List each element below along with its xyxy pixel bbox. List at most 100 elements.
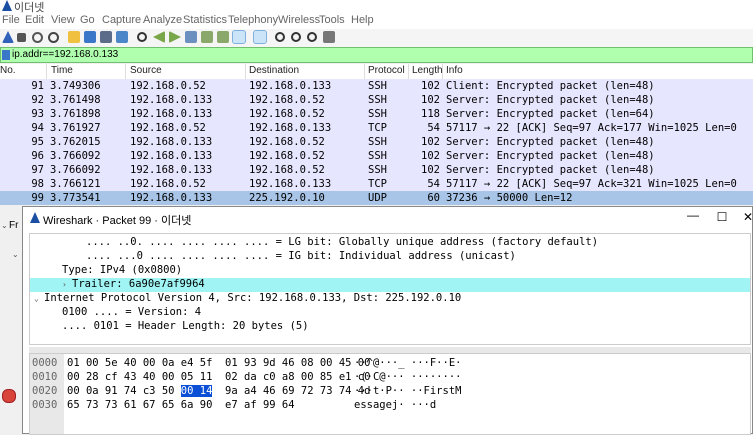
menu-file[interactable]: File [2,14,20,26]
tree-line[interactable]: ⌄ Internet Protocol Version 4, Src: 192.1… [30,292,750,306]
col-length[interactable]: Length [412,65,443,76]
menu-view[interactable]: View [51,14,75,26]
save-file-icon[interactable] [84,31,96,43]
packet-cell-info: 57117 → 22 [ACK] Seq=97 Ack=177 Win=1025… [446,122,737,134]
menu-analyze[interactable]: Analyze [143,14,182,26]
menu-statistics[interactable]: Statistics [183,14,227,26]
reload-file-icon[interactable] [116,31,128,43]
packet-row[interactable]: 94 3.761927 192.168.0.52 192.168.0.133 TCP 54… [0,121,753,135]
hex-offset: 0030 [32,399,58,411]
first-packet-icon[interactable] [201,31,213,43]
packet-row[interactable]: 98 3.766121 192.168.0.52 192.168.0.133 TCP 54… [0,177,753,191]
packet-cell-proto: TCP [368,178,387,190]
hex-row[interactable]: 0000 01 00 5e 40 00 0a e4 5f 01 93 9d 46 … [30,357,750,370]
packet-row[interactable]: 96 3.766092 192.168.0.133 192.168.0.52 SSH 10… [0,149,753,163]
packet-row[interactable]: 97 3.766092 192.168.0.133 192.168.0.52 SSH 10… [0,163,753,177]
open-file-icon[interactable] [68,31,80,43]
col-time[interactable]: Time [51,65,73,76]
status-indicator-icon[interactable] [2,389,16,403]
packet-cell-proto: TCP [368,122,387,134]
zoom-in-icon[interactable] [275,32,285,42]
hex-bytes[interactable]: 01 00 5e 40 00 0a e4 5f 01 93 9d 46 08 0… [67,357,370,369]
col-info[interactable]: Info [446,65,463,76]
packet-cell-no: 94 [31,122,44,134]
maximize-icon[interactable]: ☐ [712,210,732,224]
start-capture-icon[interactable] [2,31,14,43]
hex-bytes[interactable]: 00 0a 91 74 c3 50 00 14 9a a4 46 69 72 7… [67,385,370,397]
menu-telephony[interactable]: Telephony [228,14,278,26]
col-destination[interactable]: Destination [249,65,299,76]
normal-size-icon[interactable] [307,32,317,42]
packet-cell-len: 118 [421,108,440,120]
tree-line[interactable]: › Trailer: 6a90e7af9964 [30,278,750,292]
packet-cell-proto: UDP [368,192,387,204]
tree-line-text: Internet Protocol Version 4, Src: 192.16… [44,292,462,304]
tree-line[interactable]: .... ..0. .... .... .... .... = LG bit: … [30,236,750,250]
packet-cell-dst: 192.168.0.52 [249,108,325,120]
restart-capture-icon[interactable] [32,32,43,43]
hex-ascii[interactable]: essagej· ···d [354,399,436,411]
expand-arrow-icon[interactable]: › [62,280,67,289]
packet-cell-no: 91 [31,80,44,92]
wireshark-logo-icon [30,212,40,223]
packet-row[interactable]: 99 3.773541 192.168.0.133 225.192.0.10 UDP 60… [0,191,753,205]
tree-line-text: .... 0101 = Header Length: 20 bytes (5) [62,320,309,332]
hex-ascii[interactable]: ·(·C@··· ········ [354,371,461,383]
hex-row[interactable]: 0030 65 73 73 61 67 65 6a 90 e7 af 99 64 e… [30,399,750,412]
menu-tools[interactable]: Tools [319,14,345,26]
selected-bytes[interactable]: 00 14 [180,385,213,397]
packet-cell-dst: 225.192.0.10 [249,192,325,204]
autoscroll-icon[interactable] [232,30,246,44]
tree-line[interactable]: .... ...0 .... .... .... .... = IG bit: … [30,250,750,264]
main-title-bar: 이더넷 [0,0,753,14]
capture-options-icon[interactable] [48,32,59,43]
hex-row[interactable]: 0010 00 28 cf 43 40 00 05 11 02 da c0 a8 … [30,371,750,384]
hex-ascii[interactable]: ···t·P·· ··FirstM [354,385,461,397]
packet-row[interactable]: 92 3.761498 192.168.0.133 192.168.0.52 SSH 10… [0,93,753,107]
col-protocol[interactable]: Protocol [368,65,405,76]
col-source[interactable]: Source [130,65,162,76]
last-packet-icon[interactable] [217,31,229,43]
hex-bytes[interactable]: 00 28 cf 43 40 00 05 11 02 da c0 a8 00 8… [67,371,370,383]
dialog-title-bar: Wireshark · Packet 99 · 이더넷 — ☐ ✕ [23,207,753,229]
menu-wireless[interactable]: Wireless [278,14,320,26]
hex-row[interactable]: 0020 00 0a 91 74 c3 50 00 14 9a a4 46 69 … [30,385,750,398]
packet-cell-info: 37236 → 50000 Len=12 [446,192,573,204]
go-back-icon[interactable] [153,31,165,43]
col-no[interactable]: No. [0,65,16,76]
display-filter-input[interactable]: ip.addr==192.168.0.133 [12,49,118,60]
find-packet-icon[interactable] [137,32,147,42]
detail-pane-fragment: Fr [9,220,19,231]
packet-cell-no: 95 [31,136,44,148]
menu-go[interactable]: Go [80,14,95,26]
packet-cell-no: 97 [31,164,44,176]
close-file-icon[interactable] [100,31,112,43]
hex-bytes[interactable]: 65 73 73 61 67 65 6a 90 e7 af 99 64 [67,399,295,411]
bookmark-icon[interactable] [2,50,10,60]
close-icon[interactable]: ✕ [738,210,753,224]
packet-cell-no: 96 [31,150,44,162]
packet-cell-len: 102 [421,80,440,92]
tree-line[interactable]: Type: IPv4 (0x0800) [30,264,750,278]
tree-line[interactable]: .... 0101 = Header Length: 20 bytes (5) [30,320,750,334]
packet-row[interactable]: 93 3.761898 192.168.0.133 192.168.0.52 SSH 11… [0,107,753,121]
stop-capture-icon[interactable] [17,33,26,42]
packet-row[interactable]: 95 3.762015 192.168.0.133 192.168.0.52 SSH 10… [0,135,753,149]
minimize-icon[interactable]: — [683,208,703,222]
collapse-arrow-icon[interactable]: ⌄ [34,294,39,303]
packet-row[interactable]: 91 3.749306 192.168.0.52 192.168.0.133 SSH 10… [0,79,753,93]
display-filter-bar[interactable]: ip.addr==192.168.0.133 [0,47,753,63]
hex-ascii[interactable]: ··^@···_ ···F··E· [354,357,461,369]
go-forward-icon[interactable] [169,31,181,43]
zoom-out-icon[interactable] [291,32,301,42]
colorize-icon[interactable] [253,30,267,44]
go-to-packet-icon[interactable] [185,31,197,43]
resize-columns-icon[interactable] [323,31,335,43]
packet-cell-len: 102 [421,150,440,162]
menu-edit[interactable]: Edit [25,14,44,26]
menu-help[interactable]: Help [351,14,374,26]
expand-arrow-icon[interactable]: ⌄ [12,250,19,259]
tree-line[interactable]: 0100 .... = Version: 4 [30,306,750,320]
collapse-arrow-icon[interactable]: ⌄ [1,221,8,230]
menu-capture[interactable]: Capture [102,14,141,26]
